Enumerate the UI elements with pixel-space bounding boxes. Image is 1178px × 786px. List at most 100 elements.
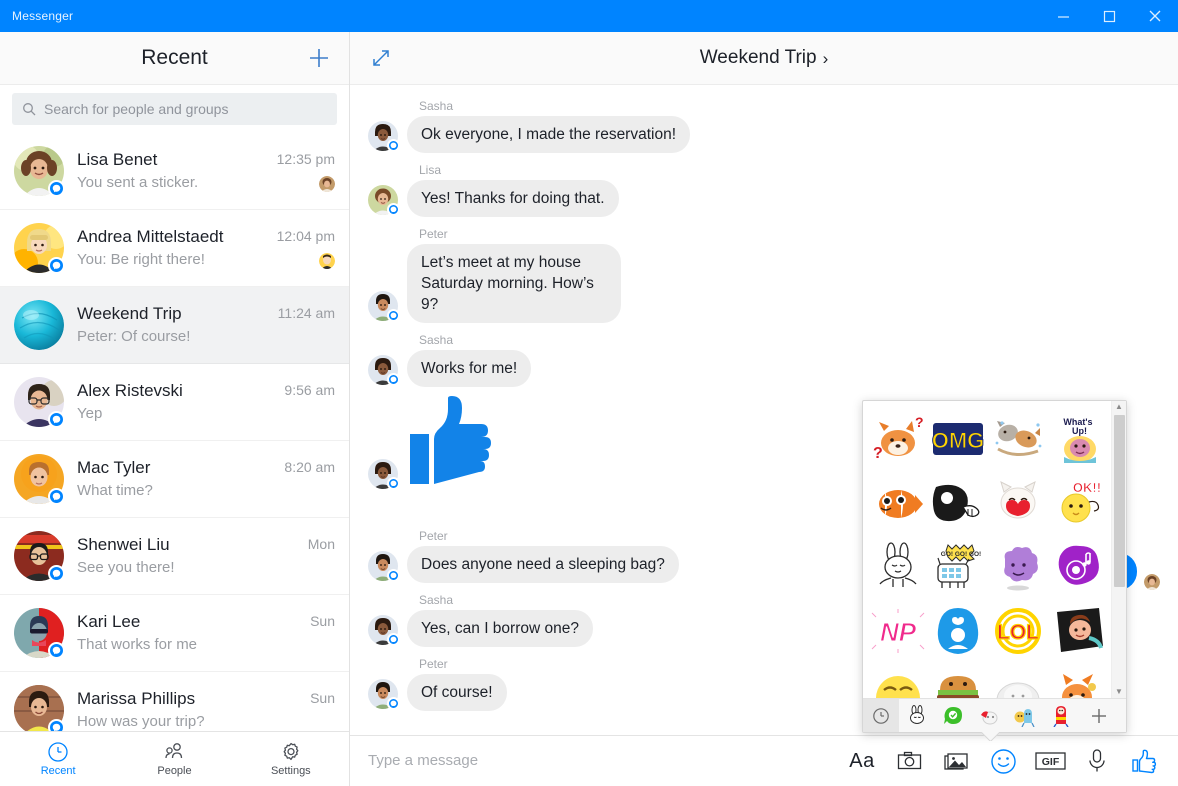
avatar [368,121,400,152]
minimize-button[interactable] [1040,0,1086,32]
messenger-badge-icon [48,565,65,582]
sticker-ok-chick[interactable]: OK!! [1049,472,1107,534]
scrollbar-thumb[interactable] [1114,415,1125,587]
message-bubble[interactable]: Yes! Thanks for doing that. [407,180,619,217]
clock-icon [48,742,68,762]
sticker-picker-popup[interactable]: ? ? OMG What's Up! OK!! GO! GO! GO! NP L… [862,400,1127,733]
sticker-tab-pack-clown[interactable] [1043,699,1079,732]
sticker-laughing-emoji[interactable] [869,664,927,698]
sticker-tab-pack-rabbit[interactable] [899,699,935,732]
sidebar-item-label: People [157,765,192,777]
avatar [368,615,400,646]
message-bubble[interactable]: Ok everyone, I made the reservation! [407,116,691,153]
sticker-tab-recent[interactable] [863,699,899,732]
conversation-item-weekend-trip[interactable]: Weekend Trip Peter: Of course! 11:24 am [0,287,349,364]
search-input[interactable] [44,101,327,117]
close-button[interactable] [1132,0,1178,32]
messenger-window: Messenger Recent Search for people and g… [0,0,1178,786]
message-bubble[interactable]: Does anyone need a sleeping bag? [407,546,679,583]
new-conversation-button[interactable] [303,42,335,74]
conversation-meta: 12:35 pm [277,151,335,192]
maximize-button[interactable] [1086,0,1132,32]
like-button[interactable] [1124,741,1164,781]
window-controls [1040,0,1178,32]
conversation-item-mac-tyler[interactable]: Mac Tyler What time? 8:20 am [0,441,349,518]
sticker-omg-text[interactable]: OMG [929,408,987,470]
sticker-white-sheep[interactable] [989,664,1047,698]
sticker-tab-pack-adventure[interactable] [1007,699,1043,732]
sticker-black-blob-hand[interactable] [929,472,987,534]
sticker-scrollbar[interactable]: ▲ ▼ [1111,401,1126,698]
conversation-list[interactable]: Lisa Benet You sent a sticker. 12:35 pm [0,133,349,731]
conversation-item-kari-lee[interactable]: Kari Lee That works for me Sun [0,595,349,672]
photo-button[interactable] [936,741,976,781]
group-sphere-avatar [14,300,64,350]
avatar [14,146,65,197]
sidebar-item-recent[interactable]: Recent [0,732,116,786]
message-input[interactable] [368,752,824,769]
sticker-go-go-go-cat[interactable]: GO! GO! GO! [929,536,987,598]
sticker-lol-text[interactable]: LOL [989,600,1047,662]
conversation-time: 9:56 am [284,381,335,398]
sticker-tab-pack-white-animal[interactable] [971,699,1007,732]
chat-title-button[interactable]: Weekend Trip › [700,47,829,69]
conversation-name: Lisa Benet [77,150,158,169]
message-input-container[interactable] [350,752,842,770]
message-bubble[interactable]: Yes, can I borrow one? [407,610,593,647]
cat-with-heart-sticker-icon [1000,481,1036,519]
sticker-orange-fox-creature[interactable] [1049,664,1107,698]
messenger-badge-icon [387,697,400,710]
sticker-fox-question[interactable]: ? ? [869,408,927,470]
sticker-cat-with-heart[interactable] [989,472,1047,534]
conversation-snippet: Peter: Of course! [77,328,191,345]
conversation-item-alex-ristevski[interactable]: Alex Ristevski Yep 9:56 am [0,364,349,441]
conversation-item-lisa-benet[interactable]: Lisa Benet You sent a sticker. 12:35 pm [0,133,349,210]
thumbs-up-icon [1132,749,1157,774]
sticker-dogs-playing[interactable] [989,408,1047,470]
composer: Aa [350,735,1178,786]
expand-arrows-icon [373,50,389,66]
sticker-np-text[interactable]: NP [869,600,927,662]
conversation-text: Alex Ristevski Yep [77,380,271,424]
conversation-item-andrea-mittelstaedt[interactable]: Andrea Mittelstaedt You: Be right there!… [0,210,349,287]
message-bubble[interactable]: Let’s meet at my house Saturday morning.… [407,244,621,323]
sidebar-item-settings[interactable]: Settings [233,732,349,786]
thumbs-up-sticker[interactable] [407,395,500,491]
sticker-pack-tabs [863,698,1126,732]
sticker-whats-up-girl[interactable]: What's Up! [1049,408,1107,470]
camera-button[interactable] [889,741,929,781]
sticker-burger-face[interactable] [929,664,987,698]
conversation-meta: 8:20 am [284,459,335,500]
avatar [14,685,65,731]
orange-fox-creature-sticker-icon [1062,674,1096,698]
gif-button[interactable]: GIF [1030,741,1070,781]
conversation-item-shenwei-liu[interactable]: Shenwei Liu See you there! Mon [0,518,349,595]
conversation-item-marissa-phillips[interactable]: Marissa Phillips How was your trip? Sun [0,672,349,731]
sticker-button[interactable] [983,741,1023,781]
expand-conversation-button[interactable] [364,41,398,75]
sticker-grid[interactable]: ? ? OMG What's Up! OK!! GO! GO! GO! NP L… [863,401,1111,698]
sidebar-item-people[interactable]: People [116,732,232,786]
sticker-blue-heart-figure[interactable] [929,600,987,662]
voice-button[interactable] [1077,741,1117,781]
conversation-text: Marissa Phillips How was your trip? [77,688,297,731]
sticker-clownfish[interactable] [869,472,927,534]
message-bubble[interactable]: Works for me! [407,350,532,387]
svg-text:Up!: Up! [1072,426,1087,436]
conversation-snippet: See you there! [77,559,175,576]
sticker-white-rabbit[interactable] [869,536,927,598]
message-bubble[interactable]: Of course! [407,674,507,711]
text-format-button[interactable]: Aa [842,741,882,781]
search-box[interactable] [12,93,337,125]
sticker-purple-lumpy[interactable] [989,536,1047,598]
scroll-up-arrow-icon[interactable]: ▲ [1115,403,1123,411]
sticker-tab-add-pack[interactable] [1081,699,1117,732]
conversation-name: Marissa Phillips [77,689,196,708]
search-icon [23,103,36,116]
sticker-tab-pack-green-blob[interactable] [935,699,971,732]
purple-lumpy-sticker-icon [1004,547,1038,591]
sticker-comic-girl-dark[interactable] [1049,600,1107,662]
scroll-down-arrow-icon[interactable]: ▼ [1115,688,1123,696]
sidebar-item-label: Settings [270,765,311,777]
sticker-purple-music-blob[interactable] [1049,536,1107,598]
